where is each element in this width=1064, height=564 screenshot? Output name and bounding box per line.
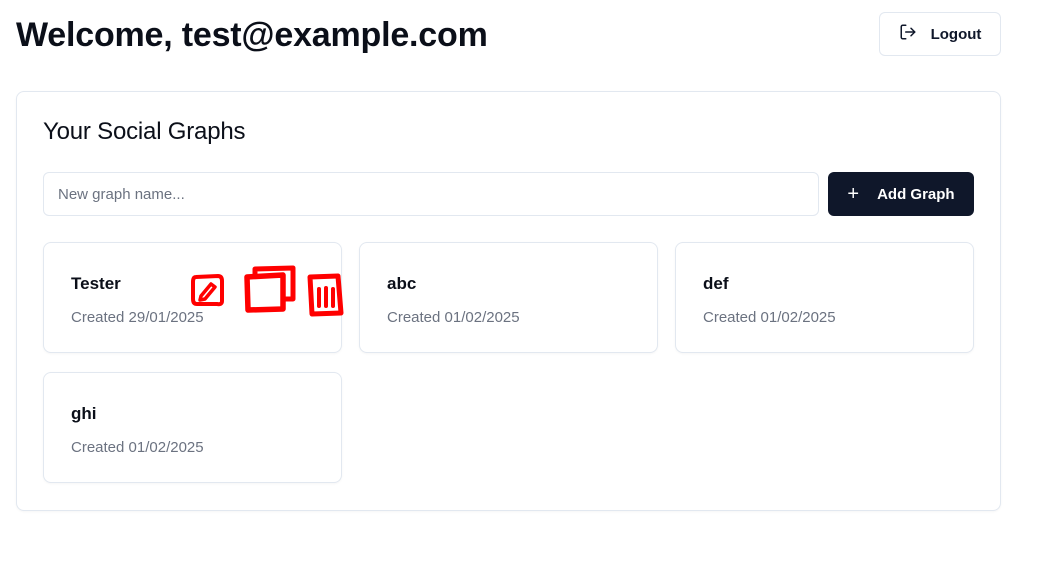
graph-created-date: Created 01/02/2025 [703,309,836,326]
graph-name: Tester [71,274,121,293]
graph-created-date: Created 01/02/2025 [71,439,204,456]
graph-card[interactable]: def Created 01/02/2025 [675,242,974,353]
edit-icon[interactable] [190,273,226,307]
graph-card[interactable]: ghi Created 01/02/2025 [43,372,342,483]
add-graph-button[interactable]: + Add Graph [828,172,974,216]
delete-icon[interactable] [306,273,344,317]
logout-icon [899,23,917,45]
plus-icon: + [847,183,860,205]
page-title: Welcome, test@example.com [16,16,488,54]
logout-button[interactable]: Logout [879,12,1001,56]
graph-created-date: Created 29/01/2025 [71,309,204,326]
logout-label: Logout [930,25,982,43]
copy-icon[interactable] [243,265,299,313]
graph-card[interactable]: abc Created 01/02/2025 [359,242,658,353]
graph-name: ghi [71,404,97,423]
graph-card[interactable]: Tester Created 29/01/2025 [43,242,345,353]
graph-created-date: Created 01/02/2025 [387,309,520,326]
section-title: Your Social Graphs [43,118,246,145]
graph-name: def [703,274,729,293]
new-graph-name-input[interactable] [43,172,819,216]
add-graph-label: Add Graph [877,185,955,203]
graphs-panel: Your Social Graphs + Add Graph Tester Cr… [16,91,1001,511]
graph-actions [190,259,345,319]
graph-name: abc [387,274,417,293]
